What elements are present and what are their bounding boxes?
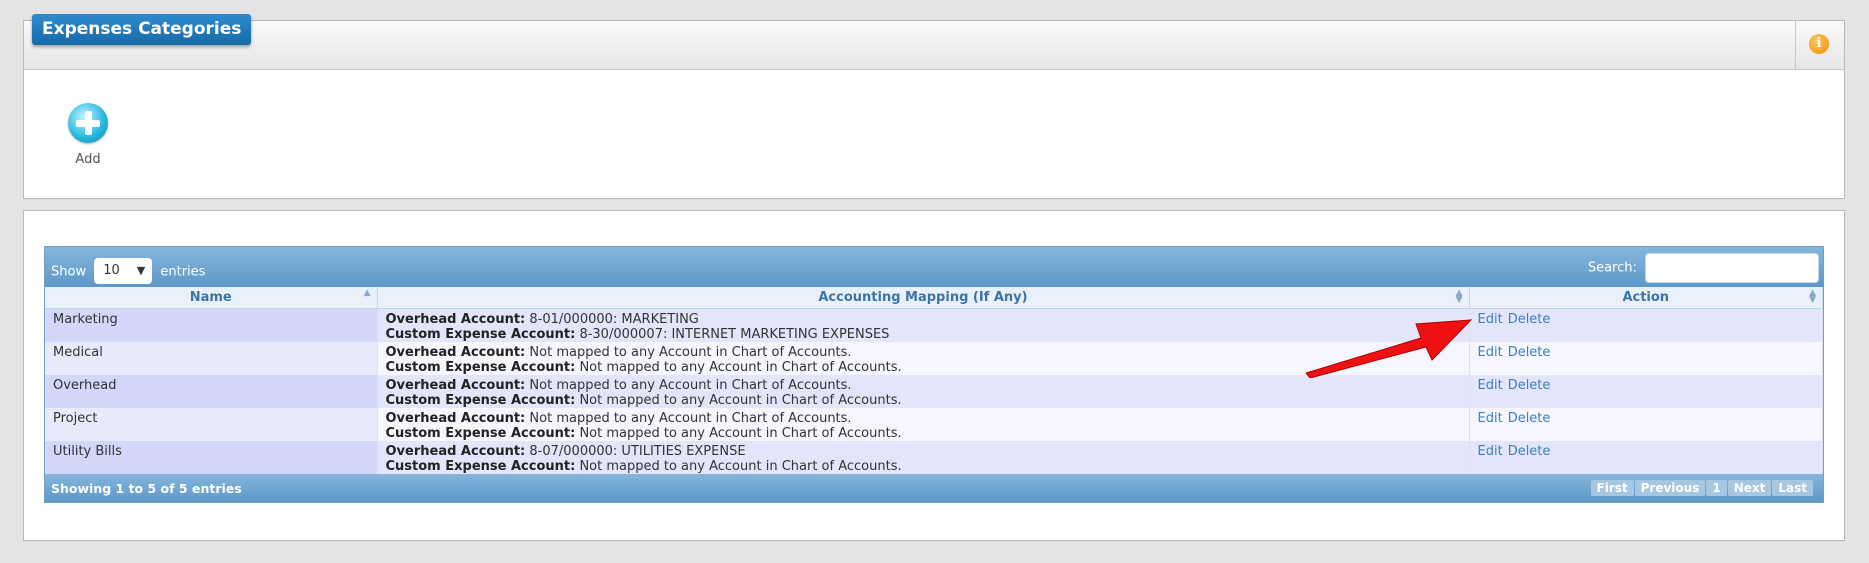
delete-link[interactable]: Delete (1508, 312, 1551, 327)
red-arrow-annotation (1306, 319, 1473, 378)
custom-label: Custom Expense Account: (385, 459, 576, 474)
length-control: Show 10 ▼ entries (51, 258, 206, 285)
overhead-value: 8-07/000000: UTILITIES EXPENSE (529, 444, 746, 459)
action-cell: Edit Delete (1469, 308, 1823, 342)
category-name: Medical (45, 342, 378, 375)
pagination: First Previous 1 Next Last (1590, 480, 1813, 496)
category-name: Marketing (45, 308, 378, 342)
edit-link[interactable]: Edit (1478, 345, 1503, 360)
show-label: Show (51, 264, 87, 280)
entries-select-value[interactable]: 10 (103, 263, 120, 278)
column-header-label[interactable]: Accounting Mapping (If Any) (818, 290, 1027, 305)
action-cell: Edit Delete (1469, 375, 1823, 408)
delete-link[interactable]: Delete (1508, 411, 1551, 426)
overhead-value: Not mapped to any Account in Chart of Ac… (529, 411, 852, 426)
pager-current[interactable]: 1 (1706, 480, 1727, 496)
custom-label: Custom Expense Account: (385, 393, 576, 408)
custom-label: Custom Expense Account: (385, 426, 576, 441)
table-row: Overhead Overhead Account: Not mapped to… (45, 375, 1823, 408)
category-name: Overhead (45, 375, 378, 408)
sort-asc-icon[interactable]: ▲ (364, 289, 371, 298)
overhead-label: Overhead Account: (385, 312, 526, 327)
custom-value: Not mapped to any Account in Chart of Ac… (579, 360, 902, 375)
custom-value: Not mapped to any Account in Chart of Ac… (579, 426, 902, 441)
table-panel: Show 10 ▼ entries Search: Name ▲ Accountin… (23, 210, 1845, 541)
overhead-label: Overhead Account: (385, 378, 526, 393)
category-name: Project (45, 408, 378, 441)
action-cell: Edit Delete (1469, 408, 1823, 441)
column-header-mapping[interactable]: Accounting Mapping (If Any) ▲ ▼ (377, 287, 1470, 309)
column-header-label[interactable]: Name (190, 290, 232, 305)
search-control: Search: (1588, 253, 1819, 283)
table-info: Showing 1 to 5 of 5 entries (51, 481, 242, 496)
action-cell: Edit Delete (1469, 342, 1823, 375)
overhead-value: Not mapped to any Account in Chart of Ac… (529, 378, 852, 393)
search-input[interactable] (1645, 253, 1819, 283)
info-button[interactable]: i (1795, 21, 1844, 69)
sort-icon[interactable]: ▲ ▼ (1456, 289, 1463, 305)
pager-previous[interactable]: Previous (1634, 480, 1706, 496)
edit-link[interactable]: Edit (1478, 411, 1503, 426)
delete-link[interactable]: Delete (1508, 345, 1551, 360)
pager-last[interactable]: Last (1772, 480, 1813, 496)
table-bottom-bar: Showing 1 to 5 of 5 entries First Previou… (45, 474, 1823, 502)
table-top-bar: Show 10 ▼ entries Search: (45, 247, 1823, 287)
add-label[interactable]: Add (64, 152, 112, 167)
custom-value: Not mapped to any Account in Chart of Ac… (579, 393, 902, 408)
add-button[interactable]: Add (64, 103, 112, 167)
custom-label: Custom Expense Account: (385, 327, 576, 342)
table-row: Project Overhead Account: Not mapped to … (45, 408, 1823, 441)
overhead-label: Overhead Account: (385, 345, 526, 360)
mapping-cell: Overhead Account: Not mapped to any Acco… (377, 408, 1470, 441)
entries-select[interactable]: 10 ▼ (94, 258, 153, 284)
column-header-label[interactable]: Action (1622, 290, 1669, 305)
edit-link[interactable]: Edit (1478, 378, 1503, 393)
delete-link[interactable]: Delete (1508, 444, 1551, 459)
column-header-action[interactable]: Action ▲ ▼ (1469, 287, 1823, 309)
page-title: Expenses Categories (32, 14, 252, 45)
table-row: Utility Bills Overhead Account: 8-07/000… (45, 441, 1823, 474)
mapping-cell: Overhead Account: Not mapped to any Acco… (377, 375, 1470, 408)
custom-value: 8-30/000007: INTERNET MARKETING EXPENSES (579, 327, 890, 342)
categories-table: Name ▲ Accounting Mapping (If Any) ▲ ▼ Acti… (45, 287, 1823, 474)
edit-link[interactable]: Edit (1478, 444, 1503, 459)
table-row: Medical Overhead Account: Not mapped to … (45, 342, 1823, 375)
table-row: Marketing Overhead Account: 8-01/000000:… (45, 308, 1823, 342)
overhead-value: Not mapped to any Account in Chart of Ac… (529, 345, 852, 360)
overhead-label: Overhead Account: (385, 444, 526, 459)
pager-first[interactable]: First (1590, 480, 1634, 496)
categories-panel: Expenses Categories i Add (23, 14, 1845, 199)
entries-label: entries (160, 264, 206, 280)
dropdown-caret-icon[interactable]: ▼ (137, 258, 145, 284)
overhead-value: 8-01/000000: MARKETING (529, 312, 699, 327)
overhead-label: Overhead Account: (385, 411, 526, 426)
add-icon[interactable] (68, 103, 108, 143)
pager-next[interactable]: Next (1727, 480, 1772, 496)
category-name: Utility Bills (45, 441, 378, 474)
search-label: Search: (1587, 260, 1637, 276)
mapping-cell: Overhead Account: 8-07/000000: UTILITIES… (377, 441, 1470, 474)
custom-label: Custom Expense Account: (385, 360, 576, 375)
panel-header: Expenses Categories i (24, 14, 1844, 70)
edit-link[interactable]: Edit (1478, 312, 1503, 327)
sort-icon[interactable]: ▲ ▼ (1809, 289, 1816, 305)
column-header-name[interactable]: Name ▲ (45, 287, 378, 309)
info-icon[interactable]: i (1809, 34, 1829, 54)
action-cell: Edit Delete (1469, 441, 1823, 474)
delete-link[interactable]: Delete (1508, 378, 1551, 393)
custom-value: Not mapped to any Account in Chart of Ac… (579, 459, 902, 474)
data-table: Show 10 ▼ entries Search: Name ▲ Accountin… (44, 246, 1824, 503)
